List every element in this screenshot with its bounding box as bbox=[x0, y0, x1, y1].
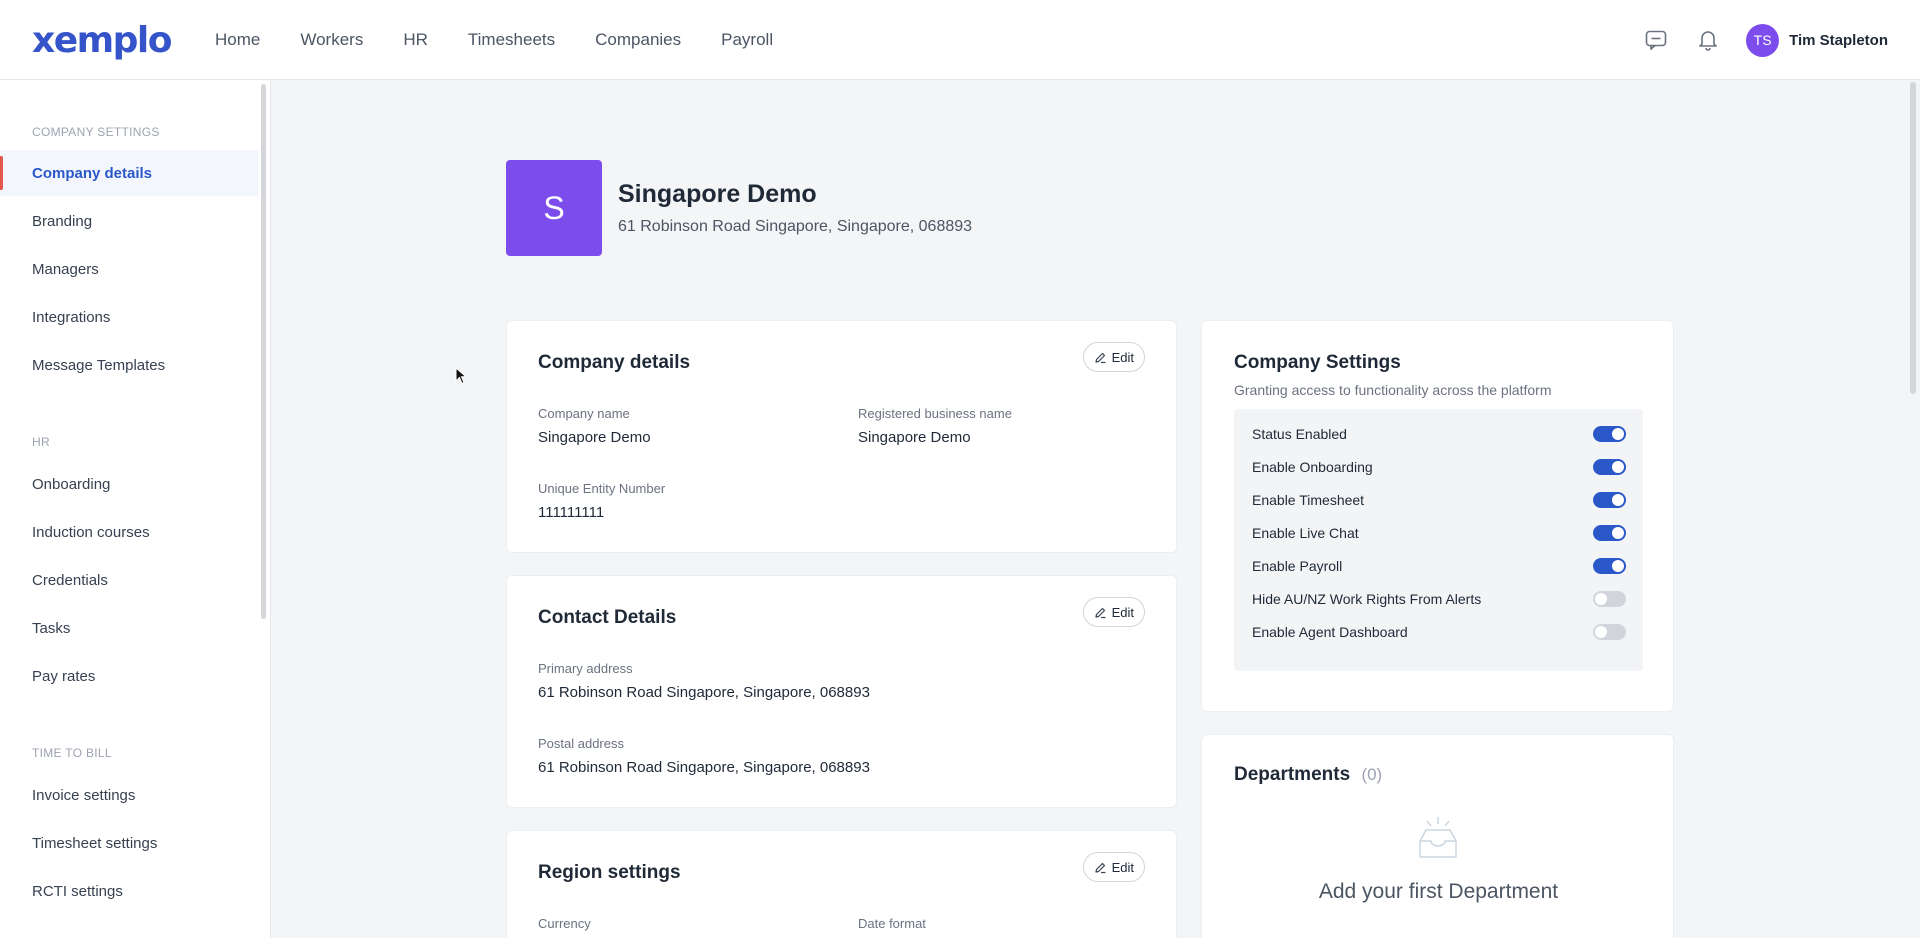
sidebar-item-invoice-settings[interactable]: Invoice settings bbox=[0, 772, 258, 818]
main-nav: Home Workers HR Timesheets Companies Pay… bbox=[215, 0, 813, 80]
sidebar-item-credentials[interactable]: Credentials bbox=[0, 557, 258, 603]
nav-payroll[interactable]: Payroll bbox=[721, 30, 773, 50]
sidebar-section-time-to-bill: TIME TO BILL bbox=[32, 746, 112, 760]
sidebar-item-pay-rates[interactable]: Pay rates bbox=[0, 653, 258, 699]
field-label: Primary address bbox=[538, 661, 633, 676]
top-navigation-bar: xemplo Home Workers HR Timesheets Compan… bbox=[0, 0, 1920, 80]
departments-count: (0) bbox=[1361, 765, 1383, 784]
pencil-icon bbox=[1094, 352, 1106, 363]
region-settings-card: Region settings Edit Currency Date forma… bbox=[506, 830, 1177, 938]
setting-label: Hide AU/NZ Work Rights From Alerts bbox=[1252, 590, 1482, 607]
card-title: Departments (0) bbox=[1234, 764, 1382, 786]
field-value: 61 Robinson Road Singapore, Singapore, 0… bbox=[538, 684, 870, 701]
sidebar-section-company-settings: COMPANY SETTINGS bbox=[32, 125, 160, 139]
pencil-icon bbox=[1094, 862, 1106, 873]
field-label: Registered business name bbox=[858, 406, 1012, 421]
nav-hr[interactable]: HR bbox=[403, 30, 428, 50]
setting-row-enable-payroll: Enable Payroll bbox=[1252, 549, 1626, 582]
field-label: Unique Entity Number bbox=[538, 481, 666, 496]
chat-icon[interactable] bbox=[1642, 26, 1670, 54]
card-title: Contact Details bbox=[538, 607, 677, 628]
status-enabled-toggle[interactable] bbox=[1593, 425, 1626, 442]
field-value: 111111111 bbox=[538, 504, 605, 521]
company-details-card: Company details Edit Company name Singap… bbox=[506, 320, 1177, 553]
pencil-icon bbox=[1094, 607, 1106, 618]
sidebar-scrollbar[interactable] bbox=[261, 84, 266, 619]
main-scrollbar[interactable] bbox=[1910, 82, 1916, 394]
field-label: Postal address bbox=[538, 736, 624, 751]
hide-work-rights-toggle[interactable] bbox=[1593, 590, 1626, 607]
setting-row-enable-agent-dashboard: Enable Agent Dashboard bbox=[1252, 615, 1626, 648]
sidebar-item-company-details[interactable]: Company details bbox=[0, 150, 258, 196]
avatar[interactable]: TS bbox=[1746, 23, 1780, 57]
setting-row-enable-live-chat: Enable Live Chat bbox=[1252, 516, 1626, 549]
mouse-cursor-icon bbox=[455, 367, 467, 385]
departments-card: Departments (0) Add your first Departmen… bbox=[1201, 734, 1674, 938]
company-address: 61 Robinson Road Singapore, Singapore, 0… bbox=[618, 218, 973, 235]
user-name[interactable]: Tim Stapleton bbox=[1789, 32, 1888, 49]
settings-toggle-list: Status Enabled Enable Onboarding Enable … bbox=[1234, 409, 1643, 671]
field-label: Currency bbox=[538, 916, 591, 931]
card-title: Region settings bbox=[538, 862, 681, 883]
sidebar-section-hr: HR bbox=[32, 435, 50, 449]
enable-live-chat-toggle[interactable] bbox=[1593, 524, 1626, 541]
xemplo-logo[interactable]: xemplo bbox=[32, 20, 173, 61]
edit-region-settings-button[interactable]: Edit bbox=[1082, 852, 1145, 882]
departments-title: Departments bbox=[1234, 764, 1351, 785]
setting-row-enable-onboarding: Enable Onboarding bbox=[1252, 450, 1626, 483]
header-actions: TS Tim Stapleton bbox=[1618, 0, 1888, 80]
setting-row-hide-work-rights: Hide AU/NZ Work Rights From Alerts bbox=[1252, 582, 1626, 615]
enable-timesheet-toggle[interactable] bbox=[1593, 491, 1626, 508]
enable-payroll-toggle[interactable] bbox=[1593, 557, 1626, 574]
setting-row-status-enabled: Status Enabled bbox=[1252, 417, 1626, 450]
company-avatar: S bbox=[506, 160, 602, 256]
sidebar-item-induction-courses[interactable]: Induction courses bbox=[0, 509, 258, 555]
card-title: Company details bbox=[538, 352, 691, 373]
field-label: Company name bbox=[538, 406, 630, 421]
edit-contact-details-button[interactable]: Edit bbox=[1082, 597, 1145, 627]
card-subtitle: Granting access to functionality across … bbox=[1234, 382, 1552, 398]
field-value: Singapore Demo bbox=[858, 429, 971, 446]
setting-label: Enable Onboarding bbox=[1252, 458, 1373, 475]
nav-home[interactable]: Home bbox=[215, 30, 260, 50]
bell-icon[interactable] bbox=[1694, 26, 1722, 54]
card-title: Company Settings bbox=[1234, 352, 1401, 373]
setting-label: Enable Timesheet bbox=[1252, 491, 1365, 508]
edit-label: Edit bbox=[1111, 859, 1134, 875]
setting-label: Enable Payroll bbox=[1252, 557, 1343, 574]
contact-details-card: Contact Details Edit Primary address 61 … bbox=[506, 575, 1177, 808]
setting-label: Enable Agent Dashboard bbox=[1252, 623, 1408, 640]
nav-timesheets[interactable]: Timesheets bbox=[468, 30, 555, 50]
field-value: 61 Robinson Road Singapore, Singapore, 0… bbox=[538, 759, 870, 776]
company-settings-card: Company Settings Granting access to func… bbox=[1201, 320, 1674, 712]
sidebar-item-rcti-settings[interactable]: RCTI settings bbox=[0, 868, 258, 914]
edit-label: Edit bbox=[1111, 604, 1134, 620]
sidebar-item-timesheet-settings[interactable]: Timesheet settings bbox=[0, 820, 258, 866]
enable-agent-dashboard-toggle[interactable] bbox=[1593, 623, 1626, 640]
page-title: Singapore Demo bbox=[618, 180, 817, 208]
edit-label: Edit bbox=[1111, 349, 1134, 365]
sidebar-item-tasks[interactable]: Tasks bbox=[0, 605, 258, 651]
sidebar-item-integrations[interactable]: Integrations bbox=[0, 294, 258, 340]
sidebar-item-onboarding[interactable]: Onboarding bbox=[0, 461, 258, 507]
edit-company-details-button[interactable]: Edit bbox=[1082, 342, 1145, 372]
empty-inbox-icon bbox=[1419, 817, 1457, 858]
nav-workers[interactable]: Workers bbox=[300, 30, 363, 50]
field-label: Date format bbox=[858, 916, 926, 931]
enable-onboarding-toggle[interactable] bbox=[1593, 458, 1626, 475]
add-first-department-link[interactable]: Add your first Department bbox=[1202, 880, 1675, 904]
setting-label: Status Enabled bbox=[1252, 425, 1347, 442]
setting-row-enable-timesheet: Enable Timesheet bbox=[1252, 483, 1626, 516]
settings-sidebar: COMPANY SETTINGS Company details Brandin… bbox=[0, 80, 271, 938]
sidebar-item-branding[interactable]: Branding bbox=[0, 198, 258, 244]
sidebar-item-managers[interactable]: Managers bbox=[0, 246, 258, 292]
setting-label: Enable Live Chat bbox=[1252, 524, 1359, 541]
field-value: Singapore Demo bbox=[538, 429, 651, 446]
sidebar-item-message-templates[interactable]: Message Templates bbox=[0, 342, 258, 388]
nav-companies[interactable]: Companies bbox=[595, 30, 681, 50]
